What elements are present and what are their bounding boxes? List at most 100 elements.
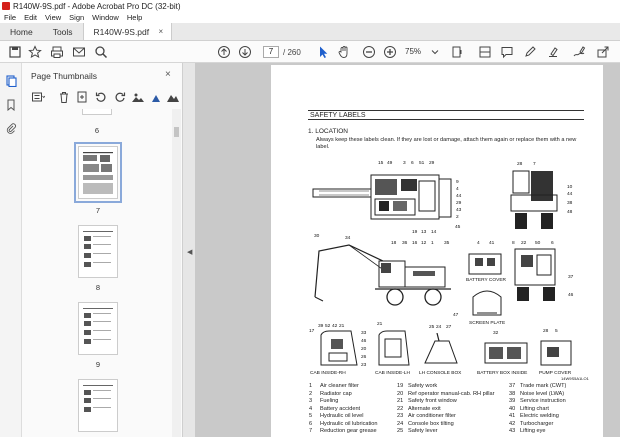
select-cursor-icon[interactable] <box>316 45 330 59</box>
panel-close-icon[interactable]: × <box>165 69 171 80</box>
legend-text: Turbocharger <box>520 420 554 427</box>
legend-row: 39 Service instruction <box>509 398 566 406</box>
legend-text: Noise level (LWA) <box>520 390 565 397</box>
menu-help[interactable]: Help <box>127 13 142 22</box>
search-icon[interactable] <box>94 45 108 59</box>
star-icon[interactable] <box>28 45 42 59</box>
print-icon[interactable] <box>50 45 64 59</box>
hand-tool-icon[interactable] <box>337 45 351 59</box>
menu-edit[interactable]: Edit <box>24 13 37 22</box>
menu-sign[interactable]: Sign <box>69 13 84 22</box>
share-icon[interactable] <box>596 45 610 59</box>
tab-document-label: R140W-9S.pdf <box>93 26 150 37</box>
bookmark-icon[interactable] <box>5 99 17 111</box>
thumbnail-page-7[interactable] <box>74 142 122 203</box>
legend-row: 1 Air cleaner filter <box>309 383 378 391</box>
previous-page-icon[interactable] <box>217 45 231 59</box>
legend-number: 1 <box>309 383 313 389</box>
callout-25: 25 <box>429 325 435 330</box>
panel-title: Page Thumbnails <box>31 71 97 81</box>
scrollbar-thumb[interactable] <box>174 127 179 137</box>
tab-home[interactable]: Home <box>0 23 43 40</box>
attachment-icon[interactable] <box>5 122 17 134</box>
pen-icon[interactable] <box>523 45 537 59</box>
legend-text: Service instruction <box>520 398 566 404</box>
legend-row: 4 Battery accident <box>309 406 378 414</box>
callout-48: 48 <box>567 210 573 215</box>
legend-number: 40 <box>509 405 516 412</box>
rotate-clockwise-icon[interactable] <box>113 90 127 104</box>
thumbnail-page-10[interactable] <box>78 379 118 432</box>
callout-15: 15 <box>378 161 384 166</box>
window-title: R140W-9S.pdf - Adobe Acrobat Pro DC (32-… <box>13 1 181 11</box>
callout-7: 7 <box>533 162 536 167</box>
callout-41: 41 <box>489 241 495 246</box>
menu-bar: File Edit View Sign Window Help <box>0 12 620 23</box>
thumbnail-page-9[interactable] <box>78 302 118 355</box>
thumbnail-page-8[interactable] <box>78 225 118 278</box>
tab-tools[interactable]: Tools <box>43 23 83 40</box>
panel-splitter[interactable]: ◀ <box>183 63 195 437</box>
zoom-in-icon[interactable] <box>383 45 397 59</box>
rear-side-drawing <box>514 248 556 301</box>
legend-row: 5 Hydraulic oil level <box>309 413 378 421</box>
legend-number: 7 <box>309 428 313 434</box>
rotate-counterclockwise-icon[interactable] <box>94 90 108 104</box>
screen-plate-drawing <box>472 290 502 316</box>
fit-page-icon[interactable] <box>450 45 464 59</box>
fill-sign-icon[interactable] <box>572 45 586 59</box>
legend-row: 23 Air conditioner filter <box>397 413 494 421</box>
pump-cover-drawing <box>540 340 572 366</box>
legend-number: 37 <box>509 383 516 389</box>
scroll-mode-icon[interactable] <box>478 45 492 59</box>
next-page-icon[interactable] <box>238 45 252 59</box>
enlarge-thumbnail-icon[interactable] <box>166 90 180 104</box>
legend-text: Air conditioner filter <box>408 413 456 419</box>
page-number-input[interactable]: 7 <box>263 46 279 58</box>
callout-6: 6 <box>411 161 414 166</box>
delete-page-icon[interactable] <box>57 90 71 104</box>
legend-row: 7 Reduction gear grease <box>309 428 378 436</box>
save-icon[interactable] <box>8 45 22 59</box>
menu-window[interactable]: Window <box>92 13 119 22</box>
comment-icon[interactable] <box>500 45 514 59</box>
menu-file[interactable]: File <box>4 13 16 22</box>
callout-33: 33 <box>361 331 367 336</box>
acrobat-logo-icon <box>2 2 10 10</box>
thumbnail-scrollbar[interactable] <box>172 109 181 437</box>
thumbnail-label-7: 7 <box>95 206 101 215</box>
legend-row: 42 Turbocharger <box>509 421 566 429</box>
highlight-icon[interactable] <box>546 45 560 59</box>
callout-20: 20 <box>361 347 367 352</box>
callout-34: 34 <box>345 236 351 241</box>
navigation-rail <box>0 63 22 437</box>
mail-icon[interactable] <box>72 45 86 59</box>
options-menu-icon[interactable] <box>31 90 45 104</box>
thumbnail-page-8-preview <box>83 231 113 267</box>
callout-17: 17 <box>309 329 315 334</box>
shrink-thumbnail-icon[interactable] <box>149 90 163 104</box>
thumbnail-page-6[interactable] <box>82 109 112 115</box>
callout-9: 9 <box>456 180 459 185</box>
legend-row: 37 Trade mark (CWT) <box>509 383 566 391</box>
callout-5: 5 <box>555 329 558 334</box>
page-thumbnails-icon[interactable] <box>5 75 17 87</box>
collapse-panel-icon[interactable]: ◀ <box>187 248 192 256</box>
battery-box-inside-label: BATTERY BOX INSIDE <box>477 371 528 376</box>
insert-page-icon[interactable] <box>75 90 89 104</box>
tab-document[interactable]: R140W-9S.pdf × <box>82 23 173 40</box>
tab-close-icon[interactable]: × <box>158 27 163 36</box>
legend-number: 3 <box>309 398 313 404</box>
chevron-down-icon[interactable] <box>428 45 442 59</box>
page-properties-icon[interactable] <box>131 90 145 104</box>
thumbnail-page-10-preview <box>83 385 113 412</box>
callout-3: 3 <box>403 161 406 166</box>
menu-view[interactable]: View <box>45 13 61 22</box>
callout-38: 38 <box>567 201 573 206</box>
callout-2: 2 <box>456 215 459 220</box>
zoom-out-icon[interactable] <box>362 45 376 59</box>
label-legend: 1 Air cleaner filter 2 Radiator cap 3 Fueling… <box>307 383 607 437</box>
callout-27: 27 <box>446 325 452 330</box>
drawing-code: 14W9S5A1LO1 <box>561 376 589 381</box>
callout-43: 43 <box>456 208 462 213</box>
